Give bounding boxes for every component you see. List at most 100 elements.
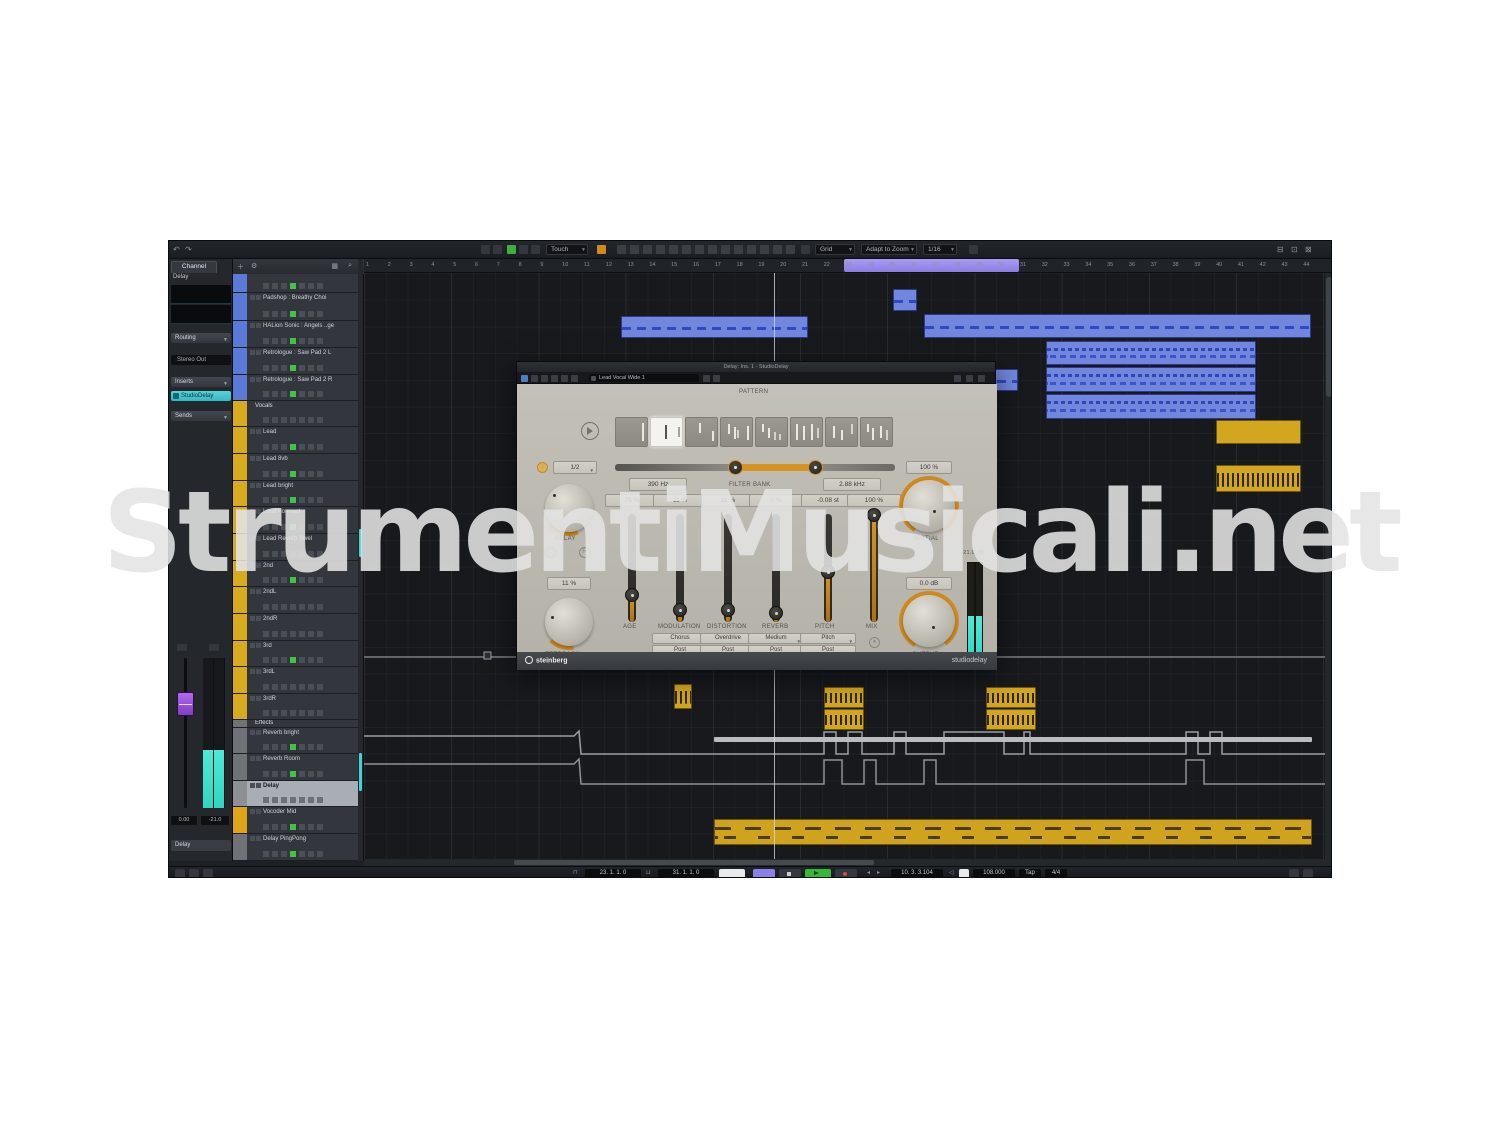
mute-solo-buttons[interactable]	[250, 836, 261, 841]
transport-left-tool[interactable]	[175, 869, 185, 878]
audio-event[interactable]	[674, 684, 692, 709]
read-automation-button[interactable]	[519, 245, 528, 254]
track-row[interactable]: Reverb bright	[233, 728, 358, 754]
track-mini-buttons[interactable]	[263, 391, 325, 397]
output-knob[interactable]	[903, 595, 955, 647]
insert-slot-studiodelay[interactable]: StudioDelay	[171, 391, 231, 401]
rewind-icon[interactable]: ◂	[867, 869, 870, 878]
plugin-title-bar[interactable]: Delay: Ins. 1 - StudioDelay	[517, 362, 995, 372]
track-row[interactable]: Lead Reverb Swel	[233, 534, 358, 561]
solo-button[interactable]	[493, 245, 502, 254]
filter-high-handle[interactable]	[808, 460, 823, 475]
transport-left-tool[interactable]	[189, 869, 199, 878]
vertical-scrollbar[interactable]	[1325, 273, 1332, 866]
audio-event[interactable]	[824, 687, 864, 708]
spatial-value[interactable]: 100 %	[906, 461, 952, 474]
plugin-functions-button[interactable]	[571, 375, 578, 382]
scrollbar-thumb[interactable]	[514, 860, 874, 865]
audio-event[interactable]	[824, 709, 864, 730]
mute-solo-buttons[interactable]	[250, 483, 261, 488]
track-row[interactable]: Lead	[233, 427, 358, 454]
mute-solo-buttons[interactable]	[250, 589, 261, 594]
redo-icon[interactable]: ↷	[185, 244, 192, 255]
track-mini-buttons[interactable]	[263, 710, 325, 716]
pattern-button-8[interactable]	[860, 417, 893, 447]
track-mini-buttons[interactable]	[263, 684, 325, 690]
track-search-icon[interactable]: ⌕	[348, 262, 352, 270]
peak-value[interactable]: -21.0	[201, 816, 229, 825]
track-row[interactable]: HALion Sonic : Angels ..ge	[233, 321, 358, 348]
track-mini-buttons[interactable]	[263, 604, 325, 610]
cycle-button[interactable]	[753, 869, 775, 878]
audio-event[interactable]	[1216, 465, 1301, 492]
track-mini-buttons[interactable]	[263, 824, 325, 830]
plugin-activate-button[interactable]	[521, 375, 528, 382]
horizontal-scrollbar[interactable]	[364, 859, 1325, 866]
track-row[interactable]: 2ndR	[233, 614, 358, 641]
pattern-button-7[interactable]	[825, 417, 858, 447]
track-row-folder[interactable]: Effects	[233, 720, 358, 728]
stop-button[interactable]	[779, 869, 801, 878]
pattern-play-button[interactable]	[581, 422, 599, 440]
mix-slider[interactable]	[870, 514, 878, 622]
tap-tempo-button[interactable]: Tap	[1019, 869, 1041, 878]
pattern-button-4[interactable]	[720, 417, 753, 447]
track-row[interactable]: Lead Formant	[233, 507, 358, 534]
link-left-icon[interactable]: L	[545, 547, 556, 558]
plugin-edit-button[interactable]	[978, 375, 985, 382]
track-mini-buttons[interactable]	[263, 551, 325, 557]
mute-button[interactable]	[481, 245, 490, 254]
folder-part[interactable]	[1216, 420, 1301, 444]
setup-window-layout-icon[interactable]: ⊟	[1277, 244, 1284, 255]
channel-solo-button[interactable]	[209, 644, 219, 651]
mute-solo-buttons[interactable]	[250, 323, 261, 328]
reverb-slider-handle[interactable]	[769, 606, 783, 620]
plugin-meter-button[interactable]	[954, 375, 961, 382]
track-mini-buttons[interactable]	[263, 497, 325, 503]
routing-section-header[interactable]: Routing▼	[171, 333, 231, 343]
automation-value-bar[interactable]	[714, 737, 1312, 742]
mute-solo-buttons[interactable]	[250, 509, 261, 514]
undo-icon[interactable]: ↶	[173, 244, 180, 255]
grid-type-select[interactable]: Grid▼	[815, 244, 855, 255]
mix-lock-icon[interactable]: ●	[869, 637, 880, 648]
pattern-button-1[interactable]	[615, 417, 648, 447]
transport-right-tool[interactable]	[1303, 869, 1313, 878]
output-routing-select[interactable]: Stereo Out	[171, 355, 231, 365]
grid-adapt-select[interactable]: Adapt to Zoom▼	[861, 244, 917, 255]
maximize-icon[interactable]: ⊡	[1291, 244, 1298, 255]
track-mini-buttons[interactable]	[263, 311, 325, 317]
track-row[interactable]: Retrologue : Saw Pad 2 R	[233, 375, 358, 401]
mute-solo-buttons[interactable]	[250, 429, 261, 434]
mute-solo-buttons[interactable]	[250, 809, 261, 814]
transport-right-tool[interactable]	[1289, 869, 1299, 878]
track-mini-buttons[interactable]	[263, 338, 325, 344]
record-button[interactable]	[835, 869, 857, 878]
output-value[interactable]: 0.0 dB	[906, 577, 952, 590]
midi-part[interactable]	[621, 316, 808, 338]
sends-section-header[interactable]: Sends▼	[171, 411, 231, 421]
feedback-value[interactable]: 11 %	[547, 577, 591, 590]
track-row[interactable]: Delay PingPong	[233, 834, 358, 861]
pattern-button-5[interactable]	[755, 417, 788, 447]
mute-solo-buttons[interactable]	[250, 643, 261, 648]
track-mini-buttons[interactable]	[263, 657, 325, 663]
mute-solo-buttons[interactable]	[250, 756, 261, 761]
mix-value[interactable]: 100 %	[847, 494, 901, 507]
track-mini-buttons[interactable]	[263, 524, 325, 530]
right-locator[interactable]: 31. 1. 1. 0	[658, 869, 714, 878]
track-mini-buttons[interactable]	[263, 365, 325, 371]
mute-solo-buttons[interactable]	[250, 696, 261, 701]
filter-low-handle[interactable]	[728, 460, 743, 475]
track-visibility-icon[interactable]: ▦	[331, 262, 338, 270]
mix-slider-handle[interactable]	[867, 508, 881, 522]
preset-selector[interactable]: Lead Vocal Wide 1	[589, 374, 699, 382]
tempo-display[interactable]: 108.000	[973, 869, 1015, 878]
track-mini-buttons[interactable]	[263, 417, 325, 423]
reverb-value[interactable]: 8 %	[749, 494, 803, 507]
mute-solo-buttons[interactable]	[250, 563, 261, 568]
track-row[interactable]: 3rdL	[233, 667, 358, 694]
preset-prev-button[interactable]	[703, 375, 710, 382]
track-mini-buttons[interactable]	[263, 851, 325, 857]
track-settings-icon[interactable]: ⚙	[251, 262, 257, 270]
